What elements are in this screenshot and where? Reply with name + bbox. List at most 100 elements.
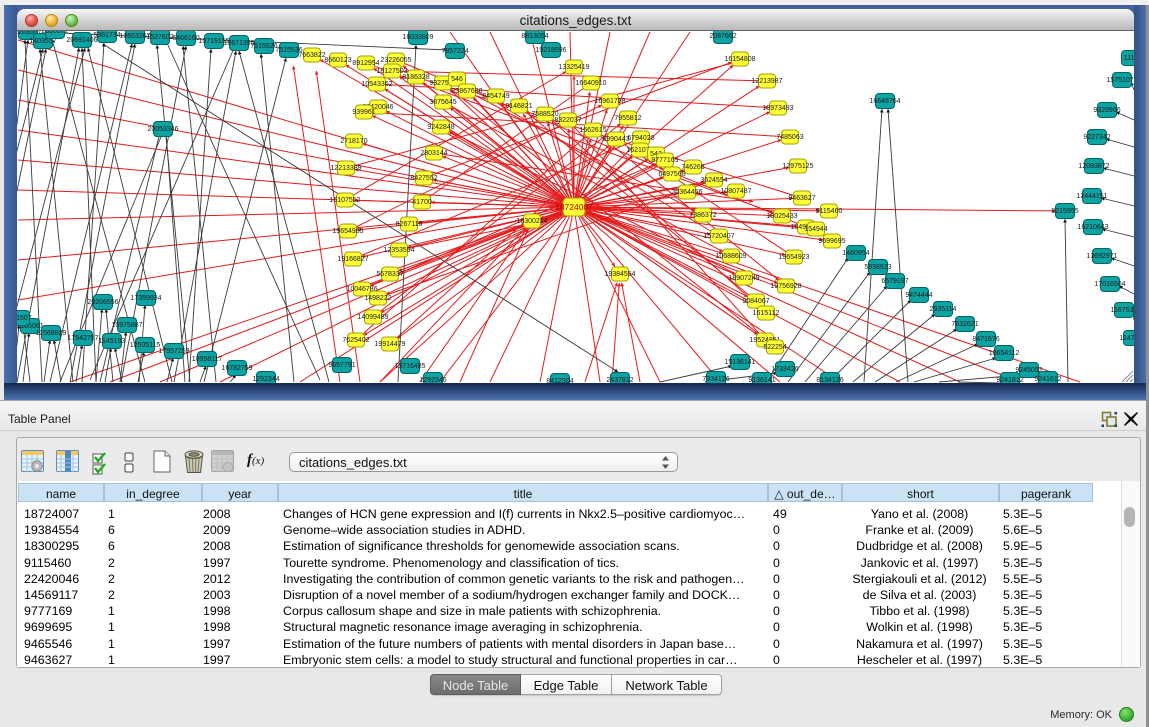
- svg-text:1292344: 1292344: [252, 376, 279, 383]
- svg-text:17957259: 17957259: [158, 348, 189, 355]
- svg-text:20206556: 20206556: [87, 299, 118, 306]
- svg-text:10025433: 10025433: [766, 213, 797, 220]
- svg-text:1117: 1117: [1124, 55, 1134, 62]
- svg-text:18907249: 18907249: [728, 275, 759, 282]
- svg-text:7857224: 7857224: [441, 48, 468, 55]
- svg-text:2087662: 2087662: [709, 33, 736, 40]
- svg-text:10654112: 10654112: [989, 350, 1020, 357]
- svg-text:9657791: 9657791: [328, 362, 355, 369]
- svg-text:12093872: 12093872: [1078, 163, 1109, 170]
- svg-text:11568829: 11568829: [36, 330, 67, 337]
- svg-text:12505115: 12505115: [130, 342, 161, 349]
- svg-text:12213389: 12213389: [330, 165, 361, 172]
- svg-text:1562615: 1562615: [579, 127, 606, 134]
- svg-text:9241812: 9241812: [996, 377, 1023, 383]
- svg-text:1145193: 1145193: [99, 338, 126, 345]
- svg-text:9474444: 9474444: [905, 292, 932, 299]
- svg-text:6497568: 6497568: [658, 171, 685, 178]
- svg-text:8660123: 8660123: [324, 57, 351, 64]
- svg-text:7632621: 7632621: [951, 321, 978, 328]
- svg-text:13692971: 13692971: [1086, 253, 1117, 260]
- svg-text:19166827: 19166827: [337, 256, 368, 263]
- svg-text:9146821: 9146821: [505, 103, 532, 110]
- svg-text:7334126: 7334126: [702, 376, 729, 383]
- svg-text:9242848: 9242848: [427, 124, 454, 131]
- svg-text:7663822: 7663822: [298, 52, 325, 59]
- svg-text:16782759: 16782759: [221, 365, 252, 372]
- svg-text:522254: 522254: [763, 344, 786, 351]
- svg-text:16154808: 16154808: [724, 56, 755, 63]
- svg-text:5938923: 5938923: [864, 264, 891, 271]
- svg-text:9115460: 9115460: [816, 208, 843, 215]
- svg-text:17016504: 17016504: [1094, 281, 1125, 288]
- svg-text:1527602: 1527602: [146, 34, 173, 41]
- svg-text:10543362: 10543362: [361, 81, 392, 88]
- svg-text:12444151: 12444151: [1076, 193, 1107, 200]
- svg-text:2035572: 2035572: [41, 31, 68, 35]
- svg-text:391507: 391507: [17, 315, 32, 322]
- svg-text:12975125: 12975125: [782, 163, 813, 170]
- svg-text:2803144: 2803144: [420, 150, 447, 157]
- svg-text:23226055: 23226055: [380, 57, 411, 64]
- svg-text:8215955: 8215955: [1051, 208, 1078, 215]
- svg-text:19300214: 19300214: [516, 218, 547, 225]
- svg-text:7625402: 7625402: [342, 337, 369, 344]
- svg-text:17359934: 17359934: [130, 295, 161, 302]
- svg-text:19384554: 19384554: [604, 271, 635, 278]
- svg-text:13325419: 13325419: [558, 64, 589, 71]
- svg-text:8813054: 8813054: [521, 33, 548, 40]
- svg-text:17942757: 17942757: [67, 335, 98, 342]
- svg-text:19914479: 19914479: [374, 341, 405, 348]
- svg-text:5981734: 5981734: [93, 32, 120, 39]
- svg-text:9777169: 9777169: [651, 157, 678, 164]
- svg-text:1167533: 1167533: [1111, 307, 1134, 314]
- svg-text:16648764: 16648764: [869, 98, 900, 105]
- svg-text:18724007: 18724007: [555, 202, 593, 212]
- svg-text:10973493: 10973493: [762, 105, 793, 112]
- svg-text:746266: 746266: [681, 164, 704, 171]
- svg-text:1403557: 1403557: [29, 38, 56, 45]
- svg-text:19654923: 19654923: [778, 254, 809, 261]
- svg-text:16210643: 16210643: [1077, 224, 1108, 231]
- svg-text:8186328: 8186328: [402, 74, 429, 81]
- svg-text:16033809: 16033809: [402, 34, 433, 41]
- svg-text:12213987: 12213987: [751, 78, 782, 85]
- svg-text:154944: 154944: [804, 226, 827, 233]
- svg-text:8912954: 8912954: [352, 60, 379, 67]
- svg-text:1292346: 1292346: [419, 377, 446, 383]
- svg-text:6466160: 6466160: [172, 35, 199, 42]
- svg-text:20364456: 20364456: [671, 189, 702, 196]
- svg-text:1733426: 1733426: [771, 366, 798, 373]
- svg-text:1460954: 1460954: [842, 250, 869, 257]
- svg-text:8412304: 8412304: [546, 378, 573, 383]
- svg-text:9227342: 9227342: [1083, 134, 1110, 141]
- svg-text:19654985: 19654985: [332, 228, 363, 235]
- svg-text:16640910: 16640910: [575, 80, 606, 87]
- svg-text:8322037: 8322037: [554, 117, 581, 124]
- svg-text:10807487: 10807487: [720, 188, 751, 195]
- svg-text:10688609: 10688609: [715, 253, 746, 260]
- svg-text:7485063: 7485063: [776, 134, 803, 141]
- svg-text:13716485: 13716485: [394, 363, 425, 370]
- svg-text:9463627: 9463627: [788, 195, 815, 202]
- svg-text:8990443: 8990443: [602, 136, 629, 143]
- svg-text:19756928: 19756928: [770, 283, 801, 290]
- svg-text:12353594: 12353594: [383, 247, 414, 254]
- svg-text:1615112: 1615112: [753, 310, 780, 317]
- svg-text:9084067: 9084067: [742, 298, 769, 305]
- svg-text:10975887: 10975887: [111, 322, 142, 329]
- svg-text:20053346: 20053346: [147, 126, 178, 133]
- svg-text:15751074: 15751074: [1106, 77, 1134, 84]
- svg-text:939961: 939961: [352, 109, 375, 116]
- svg-text:9699695: 9699695: [818, 238, 845, 245]
- svg-text:8471676: 8471676: [972, 336, 999, 343]
- svg-text:1147533: 1147533: [1120, 335, 1134, 342]
- svg-text:9329966: 9329966: [1093, 107, 1120, 114]
- svg-text:8134126: 8134126: [816, 377, 843, 383]
- svg-text:6794028: 6794028: [627, 135, 654, 142]
- svg-text:9136141: 9136141: [748, 377, 775, 383]
- svg-text:9241612: 9241612: [1034, 376, 1061, 383]
- svg-text:10958117: 10958117: [192, 356, 223, 363]
- svg-text:546: 546: [451, 76, 463, 83]
- svg-text:16961758: 16961758: [594, 98, 625, 105]
